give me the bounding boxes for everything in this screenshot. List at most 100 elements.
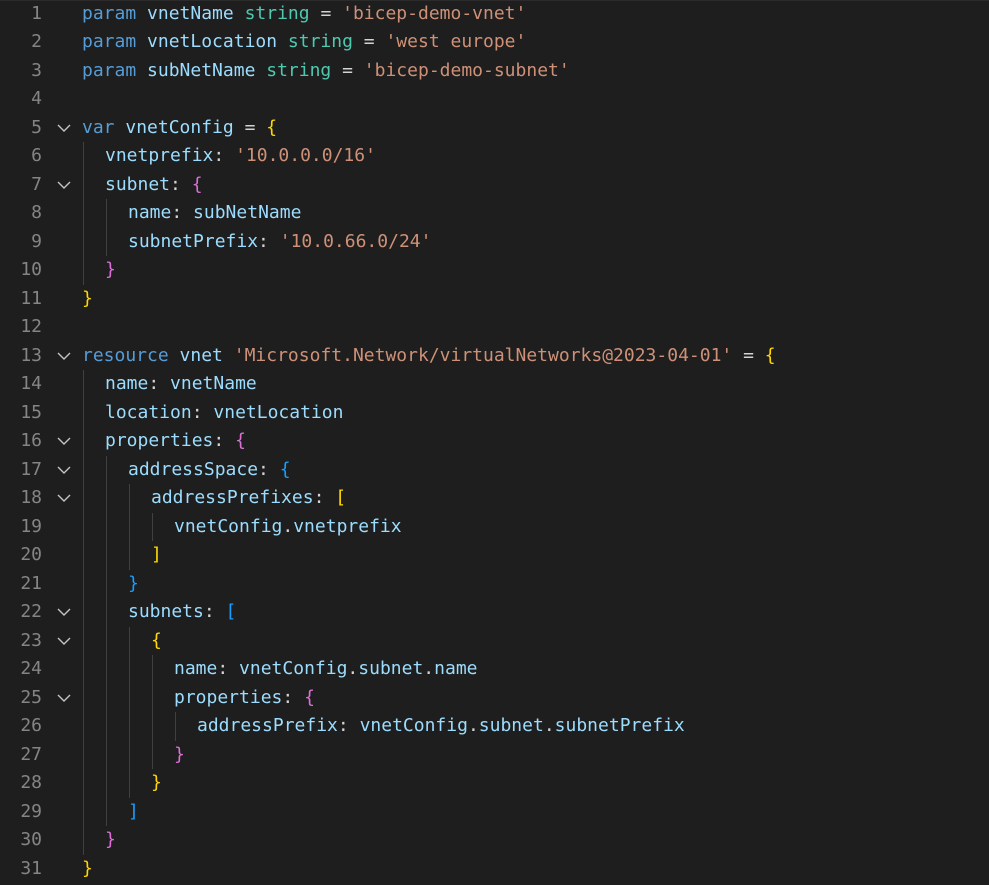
- fold-chevron-icon[interactable]: [56, 427, 72, 456]
- code-token: [: [335, 487, 347, 508]
- code-token: :: [148, 373, 171, 394]
- code-token: name: [434, 658, 478, 679]
- code-token: {: [235, 430, 246, 451]
- code-token: .: [282, 515, 294, 537]
- code-line[interactable]: 28}: [0, 769, 989, 798]
- code-line[interactable]: 15 location: vnetLocation: [0, 398, 989, 427]
- code-token: param: [82, 59, 137, 81]
- code-text: subnets: [: [128, 598, 236, 627]
- indent-guide: [106, 655, 107, 684]
- indent-guide: [83, 512, 84, 541]
- code-line[interactable]: 7 subnet: {: [0, 170, 989, 200]
- code-line[interactable]: 13 resource vnet 'Microsoft.Network/virtu…: [0, 342, 989, 371]
- indent-guide: [106, 199, 107, 228]
- code-line[interactable]: 16 properties: {: [0, 427, 989, 456]
- fold-chevron-icon[interactable]: [56, 342, 72, 371]
- code-token: }: [105, 829, 116, 850]
- code-line[interactable]: 17 addressSpace: {: [0, 455, 989, 485]
- line-number: 30: [20, 829, 42, 850]
- fold-chevron-icon[interactable]: [56, 484, 72, 513]
- code-token: properties: [105, 430, 214, 451]
- code-line[interactable]: 11}: [0, 285, 989, 314]
- code-line[interactable]: 6 vnetprefix: '10.0.0.0/16': [0, 142, 989, 171]
- code-line[interactable]: 25 properties: {: [0, 683, 989, 713]
- code-line[interactable]: 18 addressPrefixes: [: [0, 484, 989, 513]
- line-number: 31: [20, 857, 42, 879]
- fold-chevron-icon[interactable]: [56, 627, 72, 656]
- code-token: =: [352, 31, 386, 52]
- code-line[interactable]: 2 param vnetLocation string = 'west europ…: [0, 28, 989, 57]
- code-text: param vnetName string = 'bicep-demo-vnet…: [82, 0, 526, 28]
- indent-guide: [106, 797, 107, 826]
- line-number: 21: [20, 572, 42, 594]
- line-number: 6: [31, 145, 42, 166]
- code-text: name: subNetName: [128, 199, 301, 228]
- code-line[interactable]: 4: [0, 85, 989, 114]
- indent-guide: [129, 626, 130, 655]
- code-token: {: [279, 458, 291, 480]
- code-token: :: [170, 173, 192, 195]
- code-line[interactable]: 9 subnetPrefix: '10.0.66.0/24': [0, 227, 989, 256]
- code-line[interactable]: 30}: [0, 826, 989, 855]
- code-line[interactable]: 31}: [0, 855, 989, 884]
- code-line[interactable]: 19 vnetConfig.vnetprefix: [0, 512, 989, 541]
- code-line[interactable]: 27}: [0, 740, 989, 770]
- code-text: }: [174, 741, 185, 770]
- indent-guide: [106, 569, 107, 598]
- code-token: =: [233, 116, 267, 138]
- code-editor[interactable]: 1 param vnetName string = 'bicep-demo-vne…: [0, 0, 989, 885]
- code-line[interactable]: 1 param vnetName string = 'bicep-demo-vne…: [0, 0, 989, 28]
- fold-chevron-icon[interactable]: [56, 456, 72, 485]
- line-number: 17: [20, 458, 42, 480]
- code-text: param vnetLocation string = 'west europe…: [82, 28, 526, 57]
- code-token: name: [105, 373, 149, 394]
- indent-guide: [83, 740, 84, 769]
- fold-chevron-icon[interactable]: [56, 598, 72, 627]
- code-token: :: [258, 458, 280, 480]
- code-token: vnet: [179, 344, 223, 366]
- indent-guide: [106, 683, 107, 712]
- indent-guide: [129, 512, 130, 541]
- code-line[interactable]: 26 addressPrefix: vnetConfig.subnet.subne…: [0, 712, 989, 741]
- code-token: =: [331, 59, 364, 81]
- line-number: 24: [20, 658, 42, 679]
- code-token: vnetprefix: [293, 515, 402, 537]
- code-line[interactable]: 3 param subNetName string = 'bicep-demo-s…: [0, 57, 989, 86]
- fold-chevron-icon[interactable]: [56, 684, 72, 713]
- code-token: subnet: [478, 715, 544, 736]
- code-token: ]: [128, 800, 139, 822]
- code-line[interactable]: 23 {: [0, 626, 989, 656]
- fold-chevron-icon[interactable]: [56, 114, 72, 143]
- indent-guide: [152, 683, 153, 712]
- code-text: resource vnet 'Microsoft.Network/virtual…: [82, 342, 776, 371]
- code-token: subnetPrefix: [554, 715, 685, 736]
- code-line[interactable]: 20]: [0, 541, 989, 570]
- code-token: vnetConfig: [359, 715, 468, 736]
- line-number: 22: [20, 601, 42, 622]
- code-text: vnetprefix: '10.0.0.0/16': [105, 142, 376, 171]
- code-token: :: [213, 430, 236, 451]
- code-line[interactable]: 5 var vnetConfig = {: [0, 114, 989, 143]
- code-line[interactable]: 14 name: vnetName: [0, 370, 989, 399]
- code-line[interactable]: 29]: [0, 797, 989, 826]
- line-number: 7: [31, 173, 42, 195]
- indent-guide: [152, 655, 153, 684]
- code-line[interactable]: 21}: [0, 569, 989, 598]
- code-token: {: [191, 173, 203, 195]
- code-line[interactable]: 10}: [0, 256, 989, 285]
- indent-guide: [106, 626, 107, 655]
- line-number: 27: [20, 743, 42, 765]
- code-line[interactable]: 12: [0, 313, 989, 342]
- indent-guide: [106, 227, 107, 256]
- fold-chevron-icon[interactable]: [56, 171, 72, 200]
- line-number: 13: [20, 344, 42, 366]
- code-line[interactable]: 22 subnets: [: [0, 598, 989, 627]
- code-token: addressPrefixes: [151, 487, 314, 508]
- code-token: 'bicep-demo-subnet': [363, 59, 570, 81]
- code-line[interactable]: 24 name: vnetConfig.subnet.name: [0, 655, 989, 684]
- code-line[interactable]: 8 name: subNetName: [0, 199, 989, 228]
